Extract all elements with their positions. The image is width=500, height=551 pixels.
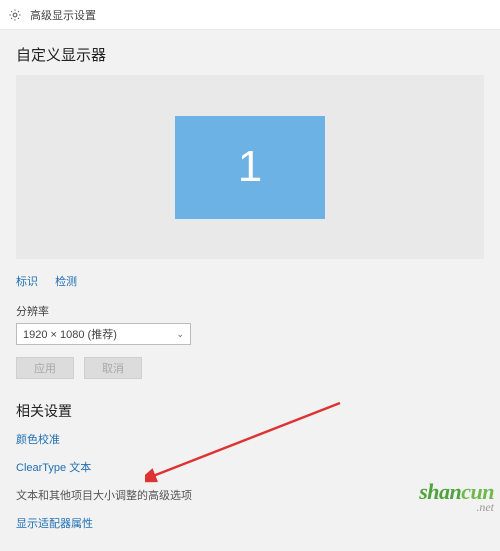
adapter-properties-link[interactable]: 显示适配器属性	[16, 515, 484, 531]
identify-link[interactable]: 标识	[16, 276, 38, 288]
page-title: 自定义显示器	[16, 44, 484, 65]
window-title: 高级显示设置	[30, 7, 96, 23]
chevron-down-icon: ⌄	[176, 329, 184, 340]
watermark: shancun .net	[419, 481, 494, 513]
advanced-sizing-text: 文本和其他项目大小调整的高级选项	[16, 487, 484, 503]
detect-link[interactable]: 检测	[55, 276, 77, 288]
monitor-tile-1[interactable]: 1	[175, 116, 325, 219]
resolution-value: 1920 × 1080 (推荐)	[23, 326, 117, 342]
cancel-button[interactable]: 取消	[84, 357, 142, 379]
monitor-arrangement-panel[interactable]: 1	[16, 75, 484, 259]
color-calibration-link[interactable]: 颜色校准	[16, 431, 484, 447]
related-settings-title: 相关设置	[16, 401, 484, 421]
content-area: 自定义显示器 1 标识 检测 分辨率 1920 × 1080 (推荐) ⌄ 应用…	[0, 30, 500, 551]
gear-icon	[8, 8, 22, 22]
resolution-select[interactable]: 1920 × 1080 (推荐) ⌄	[16, 323, 191, 345]
resolution-label: 分辨率	[16, 303, 484, 319]
titlebar: 高级显示设置	[0, 0, 500, 30]
apply-button[interactable]: 应用	[16, 357, 74, 379]
cleartype-link[interactable]: ClearType 文本	[16, 459, 484, 475]
